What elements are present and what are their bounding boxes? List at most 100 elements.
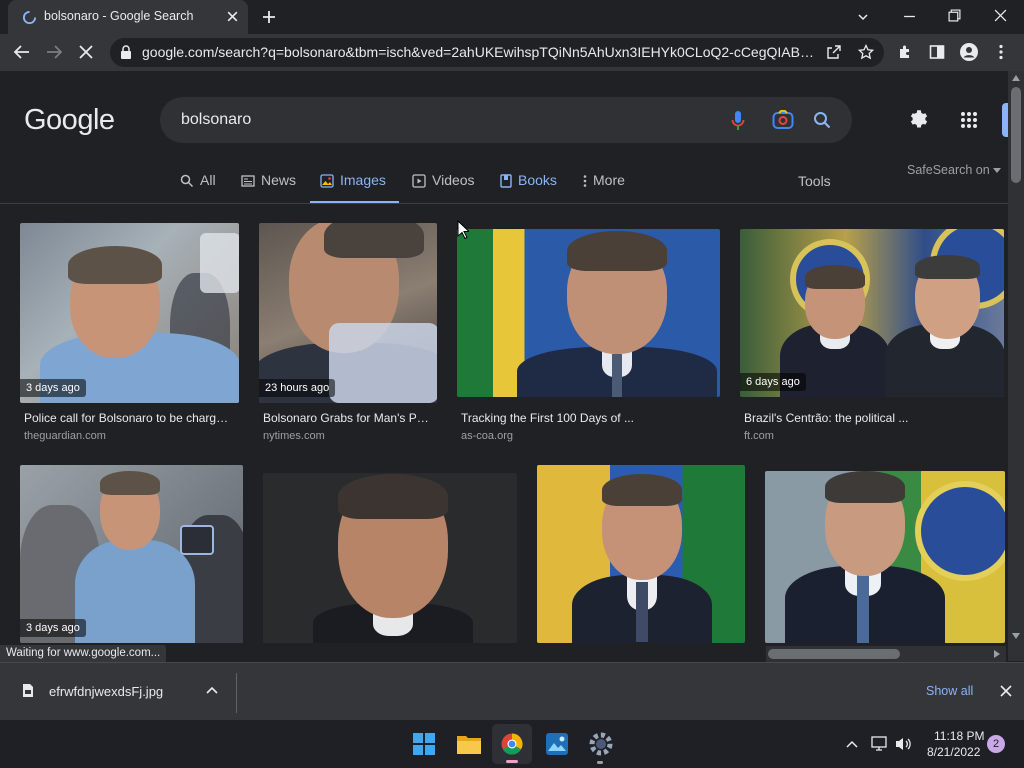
- emblem: [915, 481, 1005, 581]
- image-result[interactable]: [765, 471, 1005, 643]
- minimize-icon[interactable]: [903, 10, 916, 23]
- scroll-up-icon[interactable]: [1012, 75, 1020, 81]
- status-bubble: Waiting for www.google.com...: [0, 645, 167, 662]
- chevron-up-icon[interactable]: [206, 686, 218, 694]
- safesearch-dropdown[interactable]: SafeSearch on: [907, 163, 1001, 177]
- loading-spinner-icon: [22, 10, 37, 25]
- result-thumbnail[interactable]: [765, 471, 1005, 643]
- vertical-scrollbar[interactable]: [1008, 71, 1024, 661]
- extensions-icon[interactable]: [897, 44, 913, 60]
- image-result[interactable]: 3 days ago: [20, 465, 243, 643]
- tab-news[interactable]: News: [241, 172, 296, 204]
- tab-strip: bolsonaro - Google Search: [0, 0, 1024, 34]
- browser-menu-icon[interactable]: [999, 44, 1003, 60]
- tab-more[interactable]: More: [583, 172, 625, 204]
- app-indicator: [597, 761, 603, 764]
- time-badge: 6 days ago: [740, 373, 806, 391]
- chrome-icon: [501, 733, 523, 755]
- scrollbar-thumb[interactable]: [1011, 87, 1021, 183]
- restore-icon[interactable]: [948, 9, 961, 22]
- image-result[interactable]: 3 days ago Police call for Bolsonaro to …: [20, 223, 239, 443]
- photos-app-icon[interactable]: [546, 733, 568, 755]
- tab-books[interactable]: Books: [500, 172, 557, 204]
- close-download-bar-icon[interactable]: [1000, 685, 1012, 697]
- microphone-icon[interactable]: [731, 110, 745, 132]
- tab-close-icon[interactable]: [226, 10, 239, 23]
- result-source: nytimes.com: [263, 430, 325, 442]
- result-thumbnail[interactable]: [537, 465, 745, 643]
- network-icon[interactable]: [871, 736, 889, 752]
- search-submit-icon[interactable]: [813, 111, 831, 129]
- tab-label: All: [200, 172, 216, 188]
- lens-camera-icon[interactable]: [772, 110, 794, 130]
- scroll-down-icon[interactable]: [1012, 633, 1020, 639]
- image-result[interactable]: 23 hours ago Bolsonaro Grabs for Man's P…: [259, 223, 437, 443]
- bookmark-star-icon[interactable]: [858, 44, 874, 60]
- profile-avatar-icon[interactable]: [960, 43, 978, 61]
- back-icon[interactable]: [13, 44, 31, 60]
- scrollbar-thumb[interactable]: [768, 649, 900, 659]
- clock-date[interactable]: 8/21/2022: [927, 745, 980, 759]
- chrome-taskbar-button[interactable]: [492, 724, 532, 764]
- book-icon: [500, 172, 512, 188]
- header-divider: [0, 203, 1008, 204]
- mouse-cursor-icon: [457, 220, 469, 240]
- notification-badge[interactable]: 2: [987, 735, 1005, 753]
- result-thumbnail[interactable]: 3 days ago: [20, 223, 239, 403]
- window-close-icon[interactable]: [994, 9, 1007, 22]
- result-source: theguardian.com: [24, 430, 106, 442]
- horizontal-scrollbar[interactable]: [766, 646, 1006, 662]
- result-thumbnail[interactable]: 6 days ago: [740, 229, 1004, 397]
- volume-icon[interactable]: [895, 736, 913, 752]
- tab-videos[interactable]: Videos: [412, 172, 475, 204]
- lock-icon[interactable]: [120, 45, 132, 59]
- phone-blur: [329, 323, 437, 403]
- scroll-right-icon[interactable]: [994, 650, 1000, 658]
- active-app-indicator: [506, 760, 518, 763]
- image-result[interactable]: Tracking the First 100 Days of ... as-co…: [457, 229, 720, 443]
- tab-search-chevron-icon[interactable]: [856, 10, 870, 24]
- search-box[interactable]: [160, 97, 852, 143]
- result-title[interactable]: Bolsonaro Grabs for Man's Phone ...: [263, 411, 433, 425]
- apps-grid-icon[interactable]: [960, 111, 978, 129]
- safesearch-label: SafeSearch on: [907, 163, 990, 177]
- forward-icon[interactable]: [45, 44, 63, 60]
- windows-start-icon[interactable]: [413, 733, 435, 755]
- result-title[interactable]: Police call for Bolsonaro to be charged …: [24, 411, 234, 425]
- tools-button[interactable]: Tools: [798, 173, 831, 189]
- taskbar: 11:18 PM 8/21/2022 2: [0, 720, 1024, 768]
- time-badge: 3 days ago: [20, 619, 86, 637]
- browser-tab[interactable]: bolsonaro - Google Search: [8, 0, 248, 34]
- tray-chevron-up-icon[interactable]: [846, 740, 858, 748]
- result-thumbnail[interactable]: 3 days ago: [20, 465, 243, 643]
- clock-time[interactable]: 11:18 PM: [934, 729, 984, 743]
- search-input[interactable]: bolsonaro: [181, 111, 251, 129]
- result-title[interactable]: Tracking the First 100 Days of ...: [461, 411, 716, 425]
- image-result[interactable]: 6 days ago Brazil's Centrão: the politic…: [740, 229, 1004, 443]
- side-panel-icon[interactable]: [929, 44, 945, 60]
- stop-loading-icon[interactable]: [78, 44, 94, 60]
- download-filename: efrwfdnjwexdsFj.jpg: [49, 684, 164, 699]
- share-icon[interactable]: [826, 44, 842, 60]
- result-title[interactable]: Brazil's Centrão: the political ...: [744, 411, 1000, 425]
- tab-label: Videos: [432, 172, 475, 188]
- url-text[interactable]: google.com/search?q=bolsonaro&tbm=isch&v…: [142, 44, 814, 60]
- settings-gear-icon[interactable]: [908, 108, 930, 130]
- tab-label: Images: [340, 172, 386, 188]
- google-logo[interactable]: Google: [24, 104, 115, 137]
- file-explorer-icon[interactable]: [456, 733, 482, 755]
- result-thumbnail[interactable]: 23 hours ago: [259, 223, 437, 403]
- tab-all[interactable]: All: [180, 172, 216, 204]
- image-result[interactable]: [537, 465, 745, 643]
- settings-app-icon[interactable]: [589, 732, 613, 756]
- download-divider: [236, 673, 237, 713]
- phone: [180, 525, 214, 555]
- new-tab-icon[interactable]: [261, 9, 277, 25]
- image-result[interactable]: [263, 473, 517, 643]
- result-thumbnail[interactable]: [263, 473, 517, 643]
- result-thumbnail[interactable]: [457, 229, 720, 397]
- show-all-button[interactable]: Show all: [926, 684, 973, 698]
- file-icon: [22, 683, 34, 698]
- tab-images[interactable]: Images: [310, 172, 399, 204]
- download-item[interactable]: efrwfdnjwexdsFj.jpg: [0, 663, 236, 720]
